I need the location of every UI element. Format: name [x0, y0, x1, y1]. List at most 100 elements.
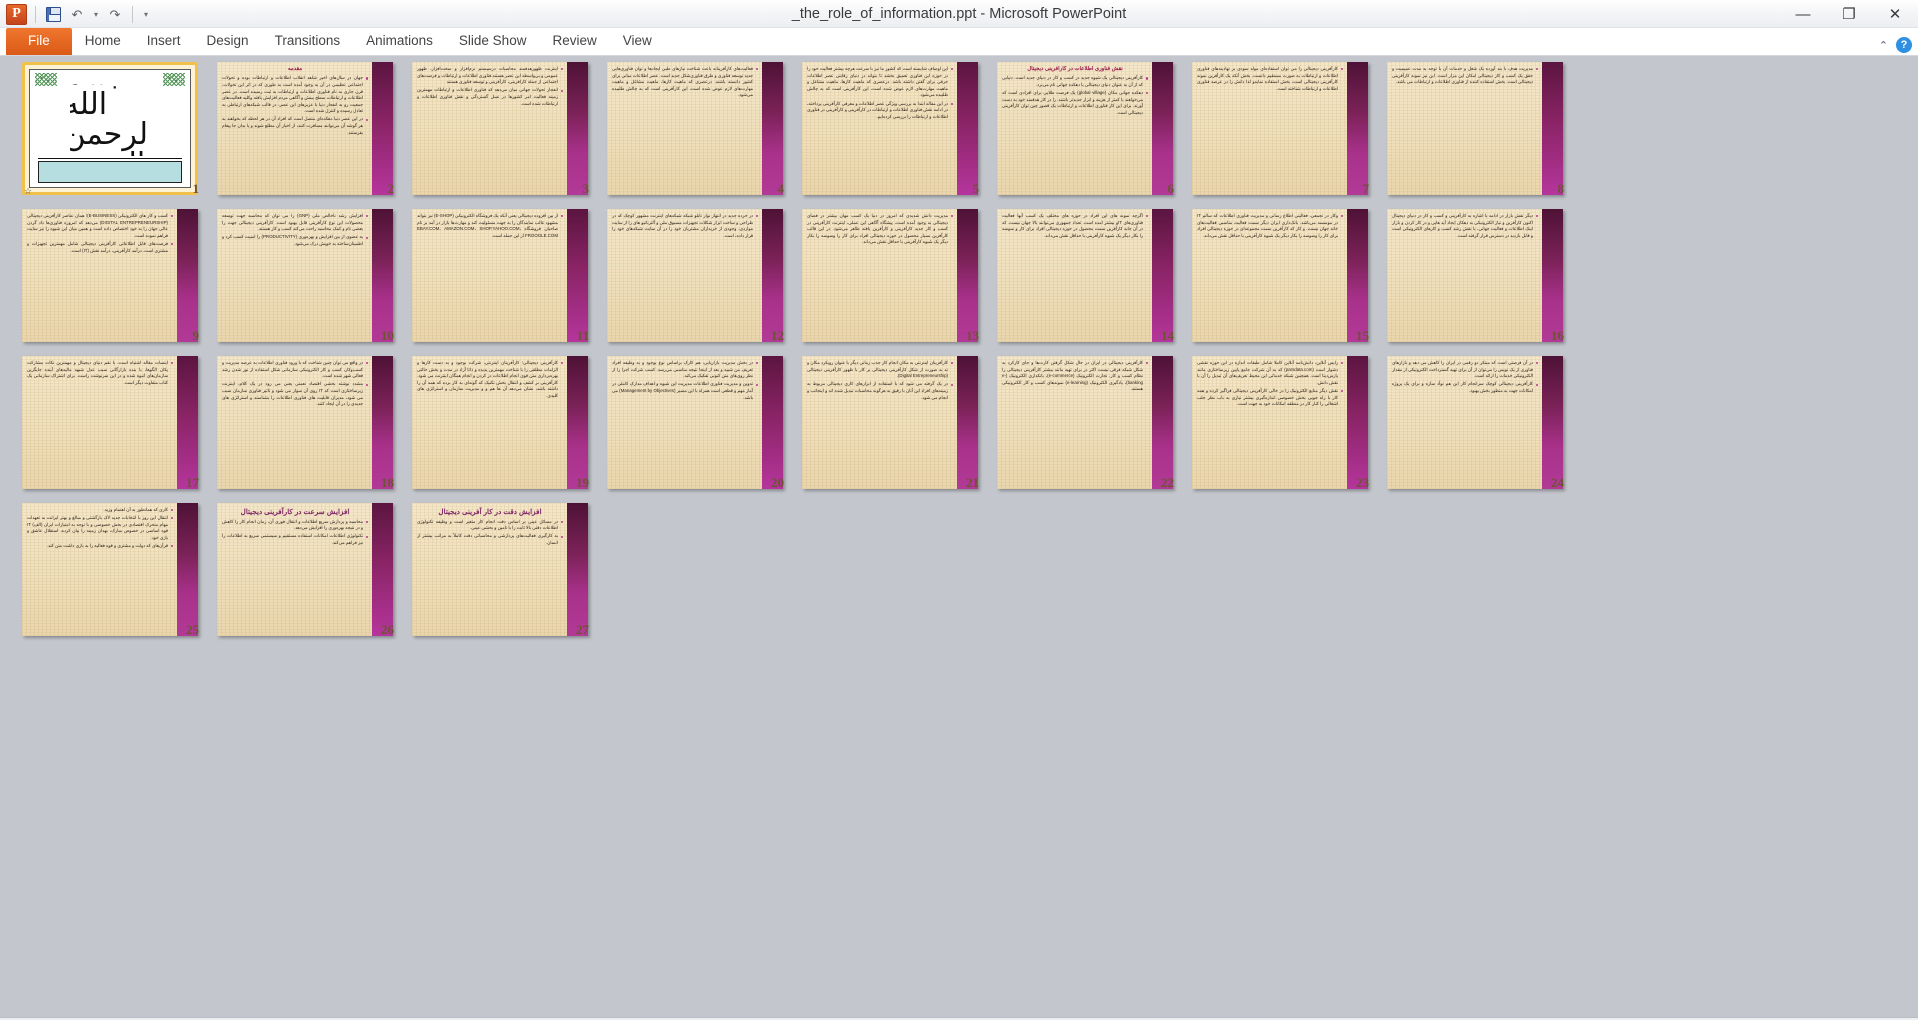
- slide-thumbnail[interactable]: در خرده جدید در انتهاز نوار تابلو شبکه ش…: [607, 209, 783, 342]
- slide-canvas: فعالیت‌های کارآفرینانه باعث شناخت نیازها…: [607, 62, 783, 195]
- slide-thumbnail-cell[interactable]: افزایش سرعت در کارآفرینی دیجیتال محاسبه و…: [213, 503, 408, 637]
- slide-thumbnail-cell[interactable]: کارآفرینی دیجیتالی در ایران در حال شکل گ…: [993, 356, 1188, 490]
- tab-insert[interactable]: Insert: [134, 28, 194, 55]
- slide-thumbnail[interactable]: افزایش رشد ناخالص ملی (GNP) را می توان ک…: [217, 209, 393, 342]
- slide-thumbnail-cell[interactable]: کسب و کار های الکترونیکی (E-BUSINESS)؛ ه…: [18, 209, 213, 343]
- slide-bullet-item: در مسائل عینی بر اساس دقت انجام کار متغی…: [417, 519, 563, 532]
- slide-bullet-item: اینترنت ظهورهدفمند محاسبات درسیستم نرم‌ا…: [417, 66, 563, 86]
- slide-thumbnail[interactable]: ابتسات مقاله اشتباه است، با نقم دنیای دی…: [22, 356, 198, 489]
- slide-thumbnail-cell[interactable]: مدیریت هدف با بند آورده یک شغل و خدمات آ…: [1383, 62, 1578, 196]
- tab-slide-show[interactable]: Slide Show: [446, 28, 540, 55]
- slide-text-body: از بین افزوده دیجیتالی یعنی آنکه یک فروش…: [417, 213, 563, 339]
- slide-bullet-list: مدیریت هدف با بند آورده یک شغل و خدمات آ…: [1392, 66, 1538, 86]
- slide-thumbnail[interactable]: مقدمه جهان در سال‌های اخیر شاهد انقلاب اط…: [217, 62, 393, 195]
- slide-thumbnail[interactable]: اینترنت ظهورهدفمند محاسبات درسیستم نرم‌ا…: [412, 62, 588, 195]
- restore-button[interactable]: ❐: [1826, 0, 1872, 28]
- slide-bullet-item: انتقال این روز با انتخابات جدید لاک بازگ…: [27, 515, 173, 541]
- slide-thumbnail-cell[interactable]: مدیریت دانش شدیدی که امروز در دنیا یک کس…: [798, 209, 993, 343]
- slide-number: 24: [1551, 475, 1564, 490]
- minimize-ribbon-icon[interactable]: ⌃: [1879, 39, 1888, 52]
- slide-thumbnail[interactable]: کاری که همانطور به آن اهتمام وزید. انتقال…: [22, 503, 198, 636]
- slide-thumbnail-cell[interactable]: نقش فناوری اطلاعات در کارآفرینی دیجیتال ک…: [993, 62, 1188, 196]
- tab-design[interactable]: Design: [194, 28, 262, 55]
- slide-thumbnail-cell[interactable]: رایس آنلاین، دانش‌نامه آنلاین کاملا شامل…: [1188, 356, 1383, 490]
- slide-thumbnail[interactable]: اگرچه نمونه های این افراد در حوزه های مخ…: [997, 209, 1173, 342]
- slide-thumbnail[interactable]: کارآفرینی دیجیتالی؛ کارآفرینان اینترنتی،…: [412, 356, 588, 489]
- slide-thumbnail-cell[interactable]: از بین افزوده دیجیتالی یعنی آنکه یک فروش…: [408, 209, 603, 343]
- slide-number: 21: [966, 475, 979, 490]
- slide-text-body: کسب و کار های الکترونیکی (E-BUSINESS)؛ ه…: [27, 213, 173, 339]
- slide-bullet-list: مدیریت دانش شدیدی که امروز در دنیا یک کس…: [807, 213, 953, 246]
- slide-bullet-item: در یک گرفته می شود که با استفاده از ابزا…: [807, 381, 953, 401]
- slide-number: 25: [186, 622, 199, 637]
- slide-thumbnail[interactable]: افزایش سرعت در کارآفرینی دیجیتال محاسبه و…: [217, 503, 393, 636]
- slide-thumbnail[interactable]: مدیریت هدف با بند آورده یک شغل و خدمات آ…: [1387, 62, 1563, 195]
- tab-view[interactable]: View: [610, 28, 665, 55]
- slide-text-body: مقدمه جهان در سال‌های اخیر شاهد انقلاب اط…: [222, 66, 368, 192]
- slide-thumbnail[interactable]: در آن فرصتی است که مبتکر دو رقمی در ایرا…: [1387, 356, 1563, 489]
- slide-thumbnail[interactable]: بسم الله الرحمن الرحيم: [22, 62, 198, 195]
- slide-thumbnail-cell[interactable]: اگرچه نمونه های این افراد در حوزه های مخ…: [993, 209, 1188, 343]
- tab-file[interactable]: File: [6, 28, 72, 55]
- slide-thumbnail[interactable]: در واقع می توان چنین شناخت که با ورود فن…: [217, 356, 393, 489]
- help-icon[interactable]: ?: [1896, 37, 1912, 53]
- slide-thumbnail-cell[interactable]: افزایش دقت در کار آفرینی دیجیتال در مسائل…: [408, 503, 603, 637]
- slide-text-body: مدیریت دانش شدیدی که امروز در دنیا یک کس…: [807, 213, 953, 339]
- slide-bullet-item: در آن فرصتی است که مبتکر دو رقمی در ایرا…: [1392, 360, 1538, 380]
- slide-thumbnail[interactable]: فعالیت‌های کارآفرینانه باعث شناخت نیازها…: [607, 62, 783, 195]
- slide-thumbnail[interactable]: در بخش مدیریت بازاریابی، هم کارک براساس …: [607, 356, 783, 489]
- slide-number: 12: [771, 328, 784, 343]
- slide-bullet-item: دهکده جهانی مکان (global village) یک فرص…: [1002, 90, 1148, 116]
- slide-bullet-list: در مسائل عینی بر اساس دقت انجام کار متغی…: [417, 519, 563, 547]
- slide-thumbnail-cell[interactable]: اینترنت ظهورهدفمند محاسبات درسیستم نرم‌ا…: [408, 62, 603, 196]
- slide-thumbnail-cell[interactable]: در بخش مدیریت بازاریابی، هم کارک براساس …: [603, 356, 798, 490]
- slide-accent-band: [177, 356, 198, 489]
- slide-sorter-workspace[interactable]: بسم الله الرحمن الرحيم ☆ 1 مقدمه جهان در سال…: [0, 56, 1918, 1017]
- slide-thumbnail[interactable]: دیگر نقش بازار در ادامه با اشاره به کارآ…: [1387, 209, 1563, 342]
- tab-home[interactable]: Home: [72, 28, 134, 55]
- divider-line: [38, 158, 182, 159]
- slide-thumbnail-cell[interactable]: وکار در تجمعی، فعالیتی اطلاع رسانی و مدی…: [1188, 209, 1383, 343]
- slide-thumbnail-cell[interactable]: کارآفرینان اینترنتی به مکان انجام کار جذ…: [798, 356, 993, 490]
- animation-indicator-icon[interactable]: ☆: [24, 186, 32, 197]
- slide-bullet-list: کارآفرینی دیجیتالی را می توان استفاده‌ای…: [1197, 66, 1343, 92]
- tab-review[interactable]: Review: [539, 28, 609, 55]
- slide-thumbnail-cell[interactable]: کارآفرینی دیجیتالی را می توان استفاده‌ای…: [1188, 62, 1383, 196]
- slide-number: 7: [1362, 181, 1370, 196]
- slide-thumbnail-cell[interactable]: فعالیت‌های کارآفرینانه باعث شناخت نیازها…: [603, 62, 798, 196]
- tab-transitions[interactable]: Transitions: [262, 28, 354, 55]
- slide-thumbnail[interactable]: از بین افزوده دیجیتالی یعنی آنکه یک فروش…: [412, 209, 588, 342]
- slide-thumbnail-cell[interactable]: بسم الله الرحمن الرحيم ☆ 1: [18, 62, 213, 197]
- slide-thumbnail[interactable]: کسب و کار های الکترونیکی (E-BUSINESS)؛ ه…: [22, 209, 198, 342]
- slide-thumbnail-cell[interactable]: کاری که همانطور به آن اهتمام وزید. انتقال…: [18, 503, 213, 637]
- slide-thumbnail[interactable]: کارآفرینان اینترنتی به مکان انجام کار جذ…: [802, 356, 978, 489]
- close-button[interactable]: ✕: [1872, 0, 1918, 28]
- slide-thumbnail[interactable]: مدیریت دانش شدیدی که امروز در دنیا یک کس…: [802, 209, 978, 342]
- slide-thumbnail-cell[interactable]: کارآفرینی دیجیتالی؛ کارآفرینان اینترنتی،…: [408, 356, 603, 490]
- slide-thumbnail-cell[interactable]: در خرده جدید در انتهاز نوار تابلو شبکه ش…: [603, 209, 798, 343]
- tab-animations[interactable]: Animations: [353, 28, 446, 55]
- slide-accent-band: [1347, 62, 1368, 195]
- slide-thumbnail[interactable]: نقش فناوری اطلاعات در کارآفرینی دیجیتال ک…: [997, 62, 1173, 195]
- slide-thumbnail-cell[interactable]: در واقع می توان چنین شناخت که با ورود فن…: [213, 356, 408, 490]
- slide-bullet-item: مدیریت هدف با بند آورده یک شغل و خدمات آ…: [1392, 66, 1538, 86]
- slide-thumbnail-cell[interactable]: مقدمه جهان در سال‌های اخیر شاهد انقلاب اط…: [213, 62, 408, 196]
- slide-thumbnail[interactable]: رایس آنلاین، دانش‌نامه آنلاین کاملا شامل…: [1192, 356, 1368, 489]
- slide-thumbnail-cell[interactable]: ابتسات مقاله اشتباه است، با نقم دنیای دی…: [18, 356, 213, 490]
- slide-thumbnail-cell[interactable]: افزایش رشد ناخالص ملی (GNP) را می توان ک…: [213, 209, 408, 343]
- slide-thumbnail[interactable]: وکار در تجمعی، فعالیتی اطلاع رسانی و مدی…: [1192, 209, 1368, 342]
- slide-text-body: ابتسات مقاله اشتباه است، با نقم دنیای دی…: [27, 360, 173, 486]
- slide-thumbnail[interactable]: کارآفرینی دیجیتالی را می توان استفاده‌ای…: [1192, 62, 1368, 195]
- slide-thumbnail-cell[interactable]: در آن فرصتی است که مبتکر دو رقمی در ایرا…: [1383, 356, 1578, 490]
- slide-bullet-list: در خرده جدید در انتهاز نوار تابلو شبکه ش…: [612, 213, 758, 239]
- slide-bullet-list: رایس آنلاین، دانش‌نامه آنلاین کاملا شامل…: [1197, 360, 1343, 408]
- slide-thumbnail[interactable]: کارآفرینی دیجیتالی در ایران در حال شکل گ…: [997, 356, 1173, 489]
- slide-title: افزایش سرعت در کارآفرینی دیجیتال: [240, 507, 350, 516]
- subtitle-placeholder[interactable]: [38, 161, 182, 183]
- slide-thumbnail-cell[interactable]: دیگر نقش بازار در ادامه با اشاره به کارآ…: [1383, 209, 1578, 343]
- minimize-button[interactable]: —: [1780, 0, 1826, 28]
- slide-bullet-item: رایس آنلاین، دانش‌نامه آنلاین کاملا شامل…: [1197, 360, 1343, 386]
- slide-thumbnail[interactable]: این اوصاف شایسته است که کشور ما نیز با س…: [802, 62, 978, 195]
- slide-thumbnail-cell[interactable]: این اوصاف شایسته است که کشور ما نیز با س…: [798, 62, 993, 196]
- slide-thumbnail[interactable]: افزایش دقت در کار آفرینی دیجیتال در مسائل…: [412, 503, 588, 636]
